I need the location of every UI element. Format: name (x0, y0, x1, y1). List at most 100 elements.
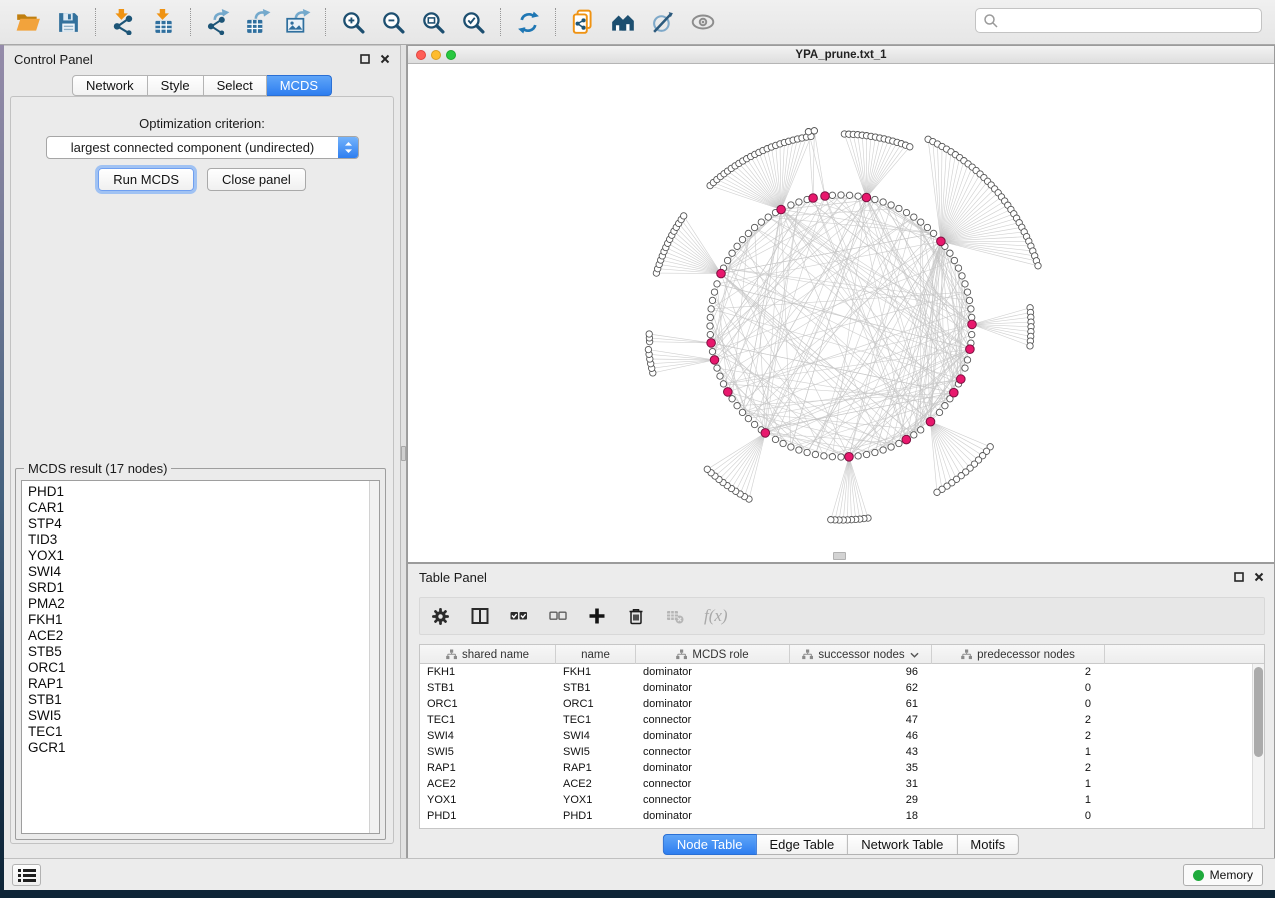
tab-network-table[interactable]: Network Table (848, 834, 957, 855)
graph-node[interactable] (962, 365, 968, 371)
graph-node[interactable] (708, 306, 714, 312)
import-table-button[interactable] (143, 4, 183, 40)
search-box[interactable] (975, 8, 1262, 33)
show-graphics-details-button[interactable] (683, 4, 723, 40)
graph-node[interactable] (880, 199, 886, 205)
float-panel-icon[interactable] (360, 54, 370, 64)
graph-node[interactable] (855, 193, 861, 199)
column-header-predecessor-nodes[interactable]: predecessor nodes (932, 645, 1105, 664)
show-columns-button[interactable] (470, 607, 489, 626)
maximize-traffic-light[interactable] (446, 50, 456, 60)
graph-node[interactable] (772, 436, 778, 442)
network-document-button[interactable] (563, 4, 603, 40)
graph-node[interactable] (947, 250, 953, 256)
graph-node[interactable] (828, 517, 834, 523)
close-traffic-light[interactable] (416, 50, 426, 60)
graph-node[interactable] (872, 196, 878, 202)
close-panel-button[interactable]: Close panel (207, 168, 306, 191)
table-row[interactable]: ACE2ACE2connector311 (420, 776, 1264, 792)
select-all-button[interactable] (509, 607, 528, 626)
graph-node[interactable] (804, 449, 810, 455)
network-canvas[interactable] (408, 64, 1274, 562)
mcds-result-list[interactable]: PHD1CAR1STP4TID3YOX1SWI4SRD1PMA2FKH1ACE2… (21, 480, 380, 834)
graph-node[interactable] (964, 357, 970, 363)
graph-node[interactable] (707, 323, 713, 329)
network-graph[interactable] (408, 64, 1274, 562)
minimize-traffic-light[interactable] (431, 50, 441, 60)
graph-node[interactable] (959, 273, 965, 279)
table-scrollbar[interactable] (1252, 664, 1264, 828)
graph-node[interactable] (924, 224, 930, 230)
graph-hub-node[interactable] (724, 388, 733, 397)
graph-node[interactable] (896, 440, 902, 446)
list-item[interactable]: STP4 (28, 516, 379, 532)
add-column-button[interactable] (587, 607, 606, 626)
zoom-fit-button[interactable] (413, 4, 453, 40)
graph-node[interactable] (896, 205, 902, 211)
list-item[interactable]: STB5 (28, 644, 379, 660)
graph-hub-node[interactable] (937, 237, 946, 246)
graph-node[interactable] (811, 128, 817, 134)
graph-node[interactable] (805, 129, 811, 135)
graph-node[interactable] (911, 432, 917, 438)
graph-node[interactable] (966, 297, 972, 303)
graph-node[interactable] (942, 403, 948, 409)
graph-node[interactable] (714, 365, 720, 371)
graph-node[interactable] (838, 192, 844, 198)
graph-hub-node[interactable] (950, 388, 959, 397)
graph-node[interactable] (969, 331, 975, 337)
table-row[interactable]: YOX1YOX1connector291 (420, 792, 1264, 808)
graph-node[interactable] (968, 306, 974, 312)
delete-column-button[interactable] (626, 607, 645, 626)
graph-node[interactable] (734, 403, 740, 409)
graph-node[interactable] (951, 257, 957, 263)
graph-node[interactable] (1027, 343, 1033, 349)
graph-hub-node[interactable] (862, 193, 871, 202)
graph-node[interactable] (829, 192, 835, 198)
tab-edge-table[interactable]: Edge Table (756, 834, 848, 855)
graph-node[interactable] (907, 144, 913, 150)
list-item[interactable]: STB1 (28, 692, 379, 708)
graph-node[interactable] (930, 230, 936, 236)
tab-mcds[interactable]: MCDS (267, 75, 332, 96)
open-button[interactable] (8, 4, 48, 40)
graph-node[interactable] (903, 209, 909, 215)
graph-node[interactable] (717, 373, 723, 379)
graph-hub-node[interactable] (966, 345, 975, 354)
graph-hub-node[interactable] (821, 192, 830, 201)
run-mcds-button[interactable]: Run MCDS (98, 168, 194, 191)
graph-node[interactable] (918, 219, 924, 225)
graph-node[interactable] (863, 451, 869, 457)
export-image-button[interactable] (278, 4, 318, 40)
vertical-splitter[interactable] (400, 45, 407, 858)
graph-hub-node[interactable] (968, 320, 977, 329)
zoom-selected-button[interactable] (453, 4, 493, 40)
export-network-button[interactable] (198, 4, 238, 40)
home-button[interactable] (603, 4, 643, 40)
graph-hub-node[interactable] (902, 435, 911, 444)
list-item[interactable]: PMA2 (28, 596, 379, 612)
graph-node[interactable] (704, 466, 710, 472)
graph-node[interactable] (821, 453, 827, 459)
list-item[interactable]: TEC1 (28, 724, 379, 740)
table-settings-button[interactable] (431, 607, 450, 626)
column-header-mcds-role[interactable]: MCDS role (636, 645, 790, 664)
graph-node[interactable] (720, 381, 726, 387)
graph-node[interactable] (739, 409, 745, 415)
memory-button[interactable]: Memory (1183, 864, 1263, 886)
column-header-successor-nodes[interactable]: successor nodes (790, 645, 932, 664)
list-item[interactable]: SWI5 (28, 708, 379, 724)
graph-hub-node[interactable] (926, 417, 935, 426)
mcds-list-scrollbar[interactable] (369, 481, 379, 833)
task-history-button[interactable] (12, 864, 41, 886)
graph-node[interactable] (711, 289, 717, 295)
export-table-button[interactable] (238, 4, 278, 40)
vertical-splitter-handle[interactable] (401, 446, 406, 461)
graph-node[interactable] (964, 289, 970, 295)
table-row[interactable]: FKH1FKH1dominator962 (420, 664, 1264, 680)
graph-node[interactable] (729, 396, 735, 402)
graph-hub-node[interactable] (777, 205, 786, 214)
table-row[interactable]: RAP1RAP1dominator352 (420, 760, 1264, 776)
graph-node[interactable] (888, 444, 894, 450)
graph-node[interactable] (888, 202, 894, 208)
